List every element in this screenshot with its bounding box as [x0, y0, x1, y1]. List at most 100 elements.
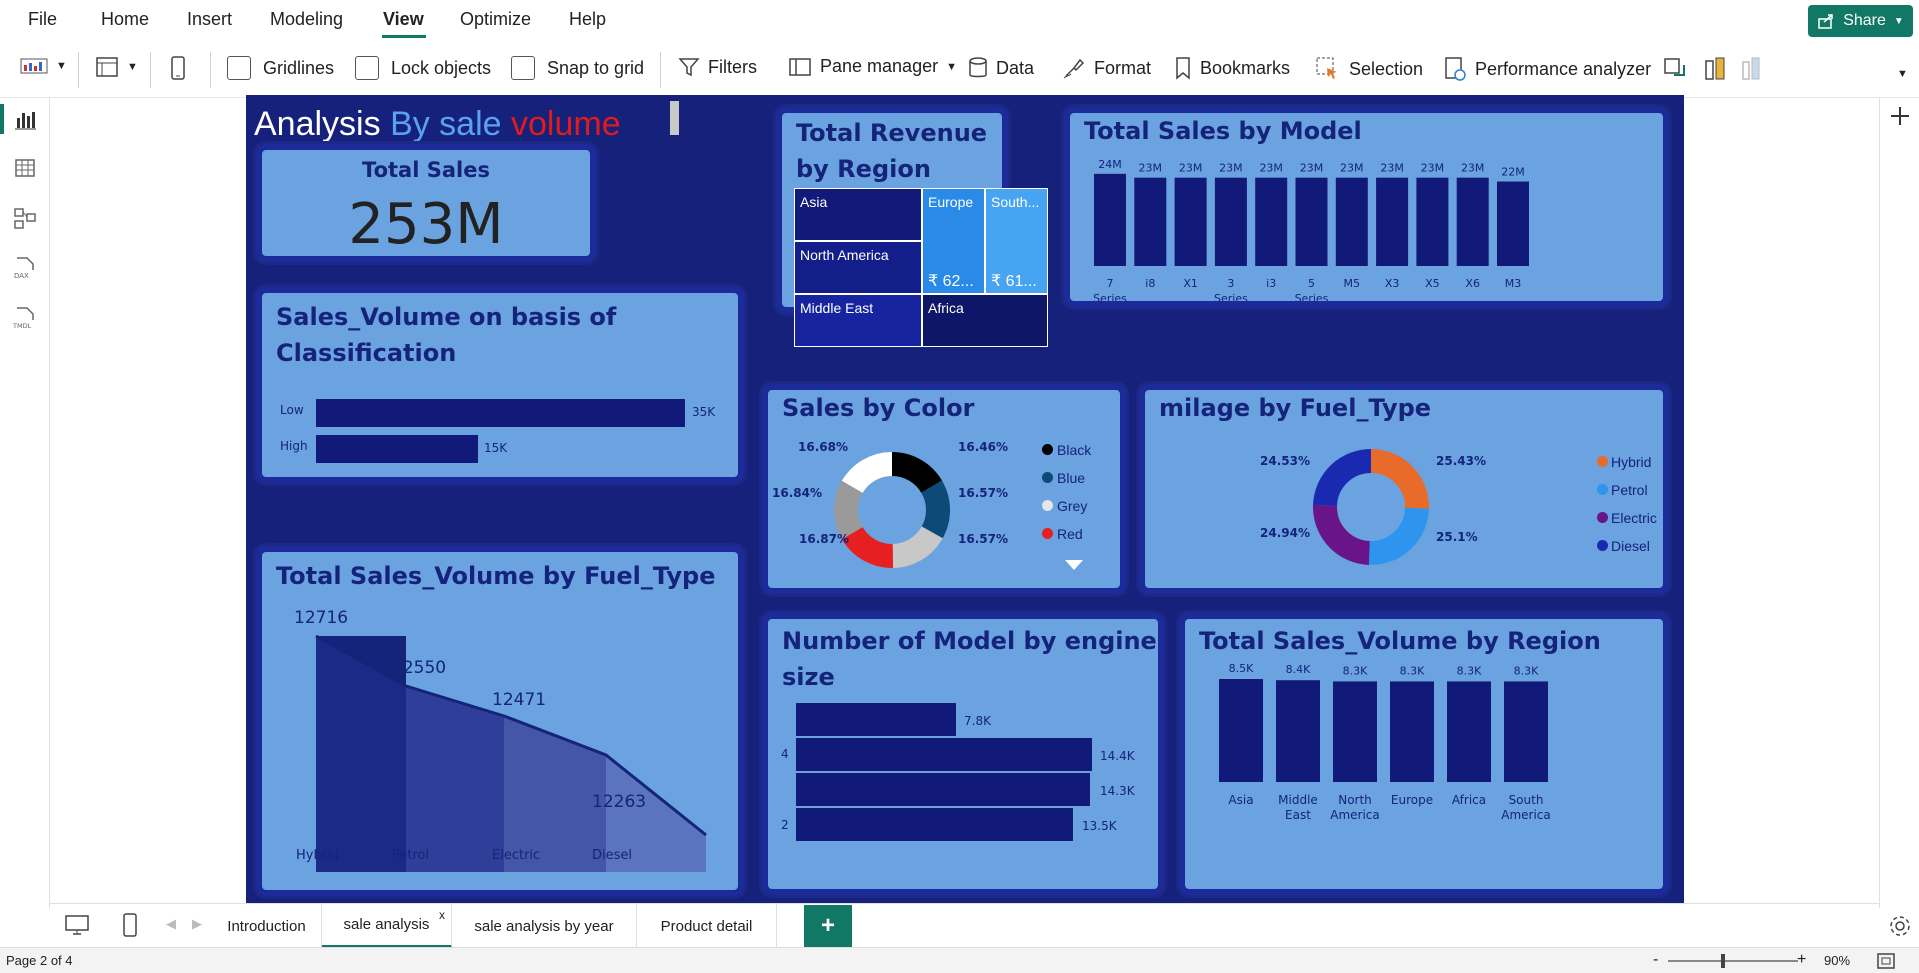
treemap-cell-south-america[interactable]: South... ₹ 61...: [985, 188, 1048, 294]
bar-region[interactable]: [1447, 681, 1491, 782]
data-label: 23M: [1461, 162, 1485, 175]
separator: [150, 52, 151, 88]
chart-revenue-by-region[interactable]: Total Revenue by Region Asia Europe ₹ 62.…: [776, 107, 1048, 347]
legend-item-electric[interactable]: Electric: [1597, 504, 1657, 532]
treemap-cell-middle-east[interactable]: Middle East: [794, 294, 922, 347]
lock-objects-checkbox[interactable]: Lock objects: [355, 56, 491, 80]
bar-engine-2[interactable]: [796, 808, 1073, 841]
menu-view[interactable]: View: [383, 9, 424, 30]
field-parameters-button[interactable]: [1703, 56, 1727, 82]
desktop-view-icon[interactable]: [64, 914, 90, 936]
bar-low[interactable]: [316, 399, 685, 427]
area-segment-petrol[interactable]: [406, 686, 504, 872]
legend-item-black[interactable]: Black: [1042, 436, 1091, 464]
chart-models-by-engine-size[interactable]: Number of Model by engine size 7.8K 4 14…: [762, 613, 1164, 895]
zoom-out-button[interactable]: -: [1653, 951, 1658, 969]
bar-region[interactable]: [1276, 680, 1320, 782]
bar-region[interactable]: [1390, 681, 1434, 782]
bar-model[interactable]: [1376, 177, 1409, 266]
theme-dropdown[interactable]: ▼: [20, 56, 67, 76]
data-label-high: 15K: [484, 441, 508, 455]
tab-scroll-left-icon[interactable]: ◀: [166, 916, 176, 932]
bar-region[interactable]: [1504, 681, 1548, 782]
share-button[interactable]: Share ▼: [1808, 5, 1913, 37]
snap-to-grid-checkbox[interactable]: Snap to grid: [511, 56, 644, 80]
bar-model[interactable]: [1214, 177, 1247, 266]
bar-engine-1[interactable]: [796, 703, 956, 736]
settings-gear-icon[interactable]: [1888, 914, 1912, 938]
pane-manager-dropdown[interactable]: Pane manager ▼: [788, 56, 957, 77]
menu-home[interactable]: Home: [101, 9, 149, 30]
bar-model[interactable]: [1255, 177, 1288, 266]
performance-analyzer-button[interactable]: Performance analyzer: [1443, 56, 1651, 82]
bar-region[interactable]: [1333, 681, 1377, 782]
bar-model[interactable]: [1456, 177, 1489, 266]
bar-high[interactable]: [316, 435, 478, 463]
bar-engine-4[interactable]: [796, 738, 1092, 771]
bar-model[interactable]: [1335, 177, 1368, 266]
bar-model[interactable]: [1497, 181, 1529, 266]
tab-introduction[interactable]: Introduction: [212, 904, 322, 948]
zoom-slider-track[interactable]: [1668, 960, 1798, 962]
bar-model[interactable]: [1174, 177, 1207, 266]
disabled-tool-button[interactable]: [1740, 56, 1764, 82]
bar-region[interactable]: [1219, 679, 1263, 782]
treemap-cell-europe[interactable]: Europe ₹ 62...: [922, 188, 985, 294]
tab-scroll-right-icon[interactable]: ▶: [192, 916, 202, 932]
bar-model[interactable]: [1295, 177, 1328, 266]
tab-product-detail[interactable]: Product detail: [637, 904, 777, 948]
chart-sales-by-color[interactable]: Sales by Color 16.68% 16.46% 16.84% 16.5…: [762, 384, 1126, 594]
add-page-button[interactable]: +: [804, 905, 852, 947]
menu-help[interactable]: Help: [569, 9, 606, 30]
mobile-layout-button[interactable]: [170, 56, 186, 80]
dax-query-icon[interactable]: DAX: [13, 256, 37, 280]
legend-item-hybrid[interactable]: Hybrid: [1597, 448, 1657, 476]
snap-to-grid-label: Snap to grid: [547, 57, 645, 78]
collapse-ribbon-button[interactable]: ▼: [1897, 68, 1908, 80]
sync-slicers-button[interactable]: [1662, 56, 1688, 82]
format-pane-button[interactable]: Format: [1062, 56, 1151, 80]
bar-model[interactable]: [1094, 173, 1126, 266]
chart-sales-by-model[interactable]: 24M 7 Series 23M i8 23M X1 23M 3 Series 23M i3 23M 5 S…: [1064, 107, 1669, 307]
data-pane-button[interactable]: Data: [968, 56, 1034, 80]
kpi-card-total-sales[interactable]: Total Sales 253M: [256, 144, 596, 262]
bookmarks-button[interactable]: Bookmarks: [1174, 56, 1290, 80]
selection-button[interactable]: Selection: [1315, 56, 1423, 82]
chart-mileage-by-fuel[interactable]: milage by Fuel_Type 24.53% 25.43% 24.94%…: [1139, 384, 1669, 594]
menu-insert[interactable]: Insert: [187, 9, 232, 30]
treemap-cell-asia[interactable]: Asia: [794, 188, 922, 241]
legend-scroll-down-icon[interactable]: [1065, 560, 1083, 570]
treemap-cell-africa[interactable]: Africa: [922, 294, 1048, 347]
filters-button[interactable]: Filters: [678, 56, 757, 78]
report-view-icon[interactable]: [13, 108, 37, 132]
model-view-icon[interactable]: [13, 206, 37, 230]
bar-engine-3[interactable]: [796, 773, 1090, 806]
mobile-view-icon[interactable]: [122, 912, 138, 938]
legend-item-diesel[interactable]: Diesel: [1597, 532, 1657, 560]
menu-modeling[interactable]: Modeling: [270, 9, 343, 30]
zoom-slider-thumb[interactable]: [1721, 954, 1725, 968]
table-view-icon[interactable]: [13, 156, 37, 180]
treemap-cell-north-america[interactable]: North America: [794, 241, 922, 294]
gridlines-checkbox[interactable]: Gridlines: [227, 56, 334, 80]
chart-classification[interactable]: Sales_Volume on basis of Classification …: [256, 287, 744, 483]
tab-sale-analysis-by-year[interactable]: sale analysis by year: [452, 904, 637, 948]
tmdl-view-icon[interactable]: TMDL: [13, 306, 37, 330]
menu-file[interactable]: File: [28, 9, 57, 30]
legend-item-blue[interactable]: Blue: [1042, 464, 1091, 492]
legend-item-petrol[interactable]: Petrol: [1597, 476, 1657, 504]
legend-item-grey[interactable]: Grey: [1042, 492, 1091, 520]
page-view-dropdown[interactable]: ▼: [95, 56, 138, 78]
close-tab-icon[interactable]: x: [439, 908, 445, 922]
chevron-down-icon: ▼: [946, 60, 957, 73]
zoom-in-button[interactable]: +: [1797, 951, 1806, 969]
bar-model[interactable]: [1134, 177, 1167, 266]
menu-optimize[interactable]: Optimize: [460, 9, 531, 30]
plus-icon[interactable]: [1888, 104, 1912, 128]
legend-item-red[interactable]: Red: [1042, 520, 1091, 548]
chart-volume-by-region[interactable]: 8.5K Asia 8.4K Middle East 8.3K North America 8.…: [1179, 613, 1669, 895]
tab-sale-analysis[interactable]: sale analysis x: [322, 904, 452, 948]
bar-model[interactable]: [1416, 177, 1449, 266]
chart-fuel-type-volume[interactable]: Total Sales_Volume by Fuel_Type 12716 12…: [256, 546, 744, 896]
fit-to-page-icon[interactable]: [1876, 952, 1896, 970]
